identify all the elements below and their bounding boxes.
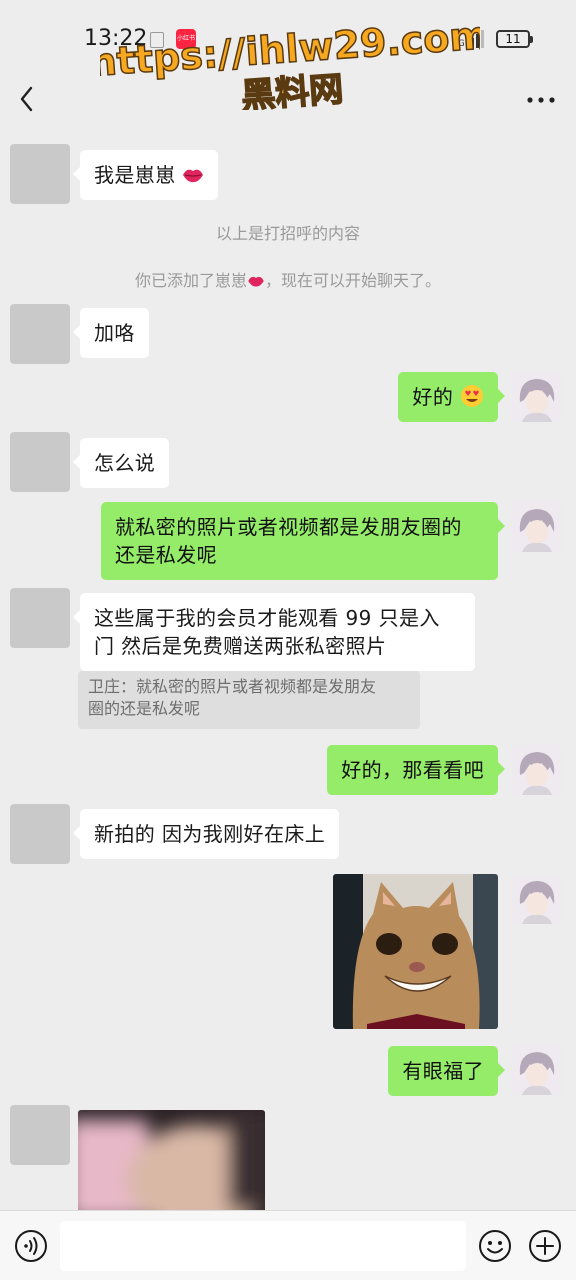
- anime-avatar-icon: [512, 745, 562, 795]
- message-text: 我是崽崽: [94, 163, 176, 187]
- message-input-bar: [0, 1210, 576, 1280]
- message-text-line: 就私密的照片或者视频都是发朋友圈的: [115, 515, 462, 539]
- voice-input-icon[interactable]: [14, 1229, 48, 1263]
- battery-indicator: 11: [496, 30, 533, 48]
- my-avatar[interactable]: [512, 1045, 562, 1095]
- anime-avatar-icon: [512, 874, 562, 924]
- image-message-photo[interactable]: [78, 1110, 265, 1210]
- network-label: 4G: [452, 39, 465, 48]
- message-text-line: 还是私发呢: [115, 543, 217, 567]
- message-bubble-incoming[interactable]: 怎么说: [72, 438, 170, 488]
- message-text: 好的: [412, 385, 454, 409]
- message-text: 好的，那看看吧: [341, 758, 484, 782]
- my-avatar[interactable]: [512, 502, 562, 552]
- system-message: 以上是打招呼的内容: [215, 224, 360, 243]
- notification-icon: [150, 32, 164, 48]
- message-bubble-incoming[interactable]: 这些属于我的会员才能观看 99 只是入 门 然后是免费赠送两张私密照片: [73, 593, 475, 671]
- message-bubble-outgoing[interactable]: 好的: [398, 372, 505, 422]
- message-text: 怎么说: [94, 451, 156, 475]
- heart-eyes-emoji-icon: [461, 385, 483, 407]
- message-bubble-incoming[interactable]: 新拍的 因为我刚好在床上: [72, 809, 340, 859]
- contact-avatar[interactable]: [10, 144, 70, 204]
- message-text-input[interactable]: [60, 1221, 466, 1271]
- signal-icon: 4G: [452, 30, 484, 48]
- message-text-line: 这些属于我的会员才能观看 99 只是入: [94, 606, 440, 630]
- my-avatar[interactable]: [512, 874, 562, 924]
- chat-message-list[interactable]: 我是崽崽 以上是打招呼的内容 你已添加了崽崽，现在可以开始聊天了。 加咯 好的: [0, 126, 576, 1210]
- message-text: 加咯: [94, 321, 135, 345]
- image-message-cat[interactable]: [333, 874, 498, 1029]
- contact-avatar[interactable]: [10, 588, 70, 648]
- contact-avatar[interactable]: [10, 804, 70, 864]
- blurred-photo-icon: [78, 1110, 265, 1210]
- message-text: 新拍的 因为我刚好在床上: [94, 822, 326, 846]
- message-bubble-incoming[interactable]: 加咯: [73, 308, 149, 358]
- message-text: 有眼福了: [402, 1059, 484, 1083]
- message-bubble-outgoing[interactable]: 好的，那看看吧: [327, 745, 505, 795]
- chat-header: [0, 72, 576, 126]
- contact-avatar[interactable]: [10, 1105, 70, 1165]
- message-bubble-incoming[interactable]: 我是崽崽: [72, 150, 219, 200]
- message-text-line: 门 然后是免费赠送两张私密照片: [94, 634, 387, 658]
- message-bubble-outgoing[interactable]: 有眼福了: [388, 1046, 505, 1096]
- app-notification-icon: 小红书: [176, 29, 196, 49]
- my-avatar[interactable]: [512, 372, 562, 422]
- smiling-cat-photo-icon: [333, 874, 498, 1029]
- emoji-picker-icon[interactable]: [478, 1229, 512, 1263]
- contact-avatar[interactable]: [10, 432, 70, 492]
- contact-avatar[interactable]: [10, 304, 70, 364]
- status-time: 13:22: [84, 26, 148, 51]
- message-bubble-outgoing[interactable]: 就私密的照片或者视频都是发朋友圈的 还是私发呢: [101, 502, 505, 580]
- back-arrow-icon[interactable]: [14, 84, 40, 114]
- anime-avatar-icon: [512, 502, 562, 552]
- quoted-text-line: 圈的还是私发呢: [88, 699, 201, 718]
- more-options-icon[interactable]: [526, 96, 556, 104]
- status-bar: 13:22 小红书 4G 11: [0, 0, 576, 72]
- system-message: 你已添加了崽崽 ，现在可以开始聊天了。: [134, 271, 442, 290]
- my-avatar[interactable]: [512, 745, 562, 795]
- quoted-text-line: 卫庄：就私密的照片或者视频都是发朋友: [88, 677, 377, 696]
- quoted-reply[interactable]: 卫庄：就私密的照片或者视频都是发朋友 圈的还是私发呢: [78, 671, 420, 729]
- kiss-lips-emoji-icon: [183, 169, 204, 183]
- anime-avatar-icon: [512, 1045, 562, 1095]
- anime-avatar-icon: [512, 372, 562, 422]
- kiss-lips-emoji-icon: [248, 276, 264, 287]
- more-functions-plus-icon[interactable]: [528, 1229, 562, 1263]
